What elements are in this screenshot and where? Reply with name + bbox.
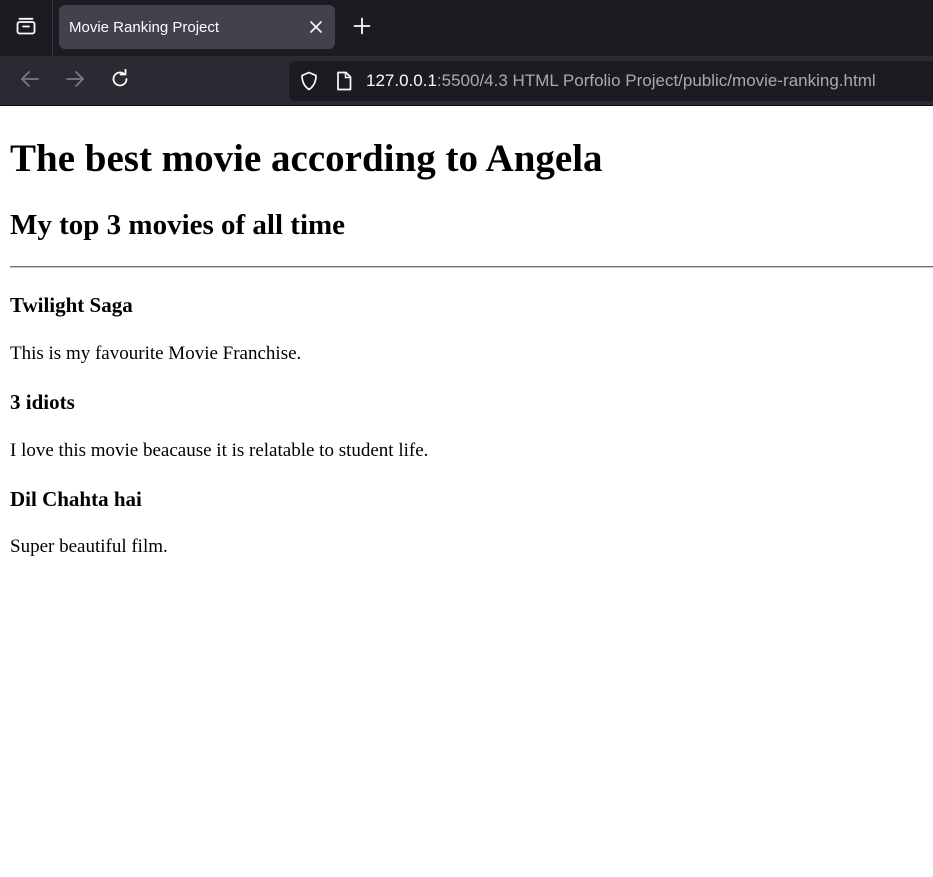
tab-list-button[interactable] — [0, 0, 53, 56]
new-tab-button[interactable] — [348, 14, 376, 42]
forward-button[interactable] — [60, 66, 90, 96]
page-title: The best movie according to Angela — [10, 137, 603, 180]
movie-title: Dil Chahta hai — [10, 487, 142, 511]
tab-title: Movie Ranking Project — [69, 19, 220, 36]
divider — [10, 266, 933, 268]
url-host: 127.0.0.1 — [366, 71, 437, 90]
page-content: The best movie according to Angela My to… — [0, 106, 933, 877]
tab-movie-ranking[interactable]: Movie Ranking Project — [59, 5, 335, 49]
url-bar[interactable]: 127.0.0.1:5500/4.3 HTML Porfolio Project… — [289, 61, 933, 101]
movie-description: I love this movie beacause it is relatab… — [10, 440, 429, 461]
movie-description: Super beautiful film. — [10, 536, 168, 557]
url-text[interactable]: 127.0.0.1:5500/4.3 HTML Porfolio Project… — [366, 71, 876, 91]
url-path: :5500/4.3 HTML Porfolio Project/public/m… — [436, 71, 876, 90]
movie-title: 3 idiots — [10, 390, 75, 414]
browser-nav-bar: 127.0.0.1:5500/4.3 HTML Porfolio Project… — [0, 56, 933, 106]
shield-icon[interactable] — [299, 71, 319, 91]
page-subtitle: My top 3 movies of all time — [10, 209, 346, 241]
reload-icon — [110, 68, 130, 94]
reload-button[interactable] — [105, 66, 135, 96]
forward-arrow-icon — [65, 70, 85, 93]
browser-tab-bar: Movie Ranking Project — [0, 0, 933, 56]
plus-icon — [353, 17, 371, 40]
movie-description: This is my favourite Movie Franchise. — [10, 343, 302, 364]
close-icon[interactable] — [306, 17, 326, 37]
movie-title: Twilight Saga — [10, 293, 133, 317]
tab-list-icon — [16, 17, 36, 40]
back-button[interactable] — [15, 66, 45, 96]
back-arrow-icon — [20, 70, 40, 93]
page-icon[interactable] — [335, 71, 353, 91]
